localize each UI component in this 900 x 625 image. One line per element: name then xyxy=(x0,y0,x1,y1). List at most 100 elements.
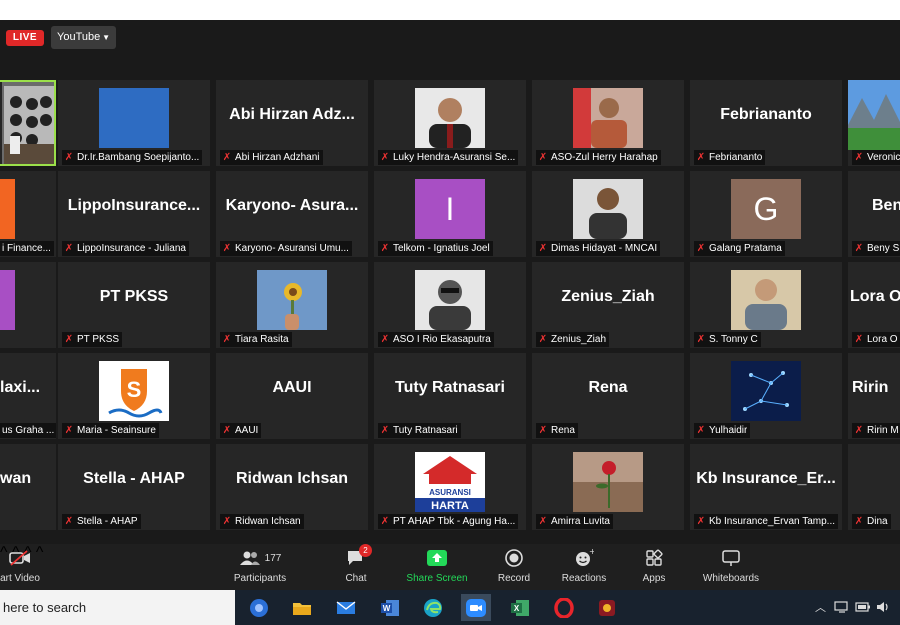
tray-chevron-up-icon[interactable]: ︿ xyxy=(815,599,826,615)
muted-mic-icon: ✗ xyxy=(380,334,390,345)
participant-tile[interactable]: Zenius_Ziah ✗ Zenius_Ziah xyxy=(532,262,684,348)
participant-tile[interactable]: i Finance... xyxy=(0,171,56,257)
network-icon[interactable] xyxy=(834,600,850,614)
participant-tile[interactable]: Rena ✗ Rena xyxy=(532,353,684,439)
word-icon: W xyxy=(381,599,399,616)
windows-taskbar: here to search W X ︿ xyxy=(0,590,900,625)
muted-mic-icon: ✗ xyxy=(380,243,390,254)
participants-button[interactable]: 177 Participants xyxy=(230,546,290,588)
asuransi-harta-logo: ASURANSI HARTA xyxy=(415,452,485,512)
muted-mic-icon: ✗ xyxy=(64,516,74,527)
participant-tile[interactable]: G ✗ Galang Pratama xyxy=(690,171,842,257)
participant-tile[interactable]: Ridwan Ichsan ✗ Ridwan Ichsan xyxy=(216,444,368,530)
participant-display-name: Abi Hirzan Adz... xyxy=(229,106,355,123)
participant-display-name: Tuty Ratnasari xyxy=(395,379,505,396)
logo-text-harta: HARTA xyxy=(431,500,469,512)
participant-name: Dr.Ir.Bambang Soepijanto... xyxy=(77,152,200,163)
participant-tile[interactable]: LippoInsurance... ✗ LippoInsurance - Juli… xyxy=(58,171,210,257)
participant-tile[interactable]: ✗Veronica xyxy=(848,80,900,166)
participant-tile[interactable]: laxi... us Graha ... xyxy=(0,353,56,439)
volume-icon[interactable] xyxy=(876,600,892,614)
participant-name: Veronica xyxy=(867,152,900,163)
taskbar-search-box[interactable]: here to search xyxy=(0,590,235,625)
chat-button[interactable]: 2 Chat xyxy=(340,544,372,588)
streaming-platform-dropdown[interactable]: YouTube ▼ xyxy=(51,26,116,49)
participant-tile[interactable]: Kb Insurance_Er... ✗ Kb Insurance_Ervan T… xyxy=(690,444,842,530)
muted-mic-icon: ✗ xyxy=(538,243,548,254)
participant-tile[interactable]: ✗ Yulhaidir xyxy=(690,353,842,439)
participant-tile[interactable]: wan xyxy=(0,444,56,530)
participant-tile[interactable]: PT PKSS ✗ PT PKSS xyxy=(58,262,210,348)
participant-tile[interactable]: ✗ ASO I Rio Ekasaputra xyxy=(374,262,526,348)
participant-tile[interactable] xyxy=(0,262,56,348)
muted-mic-icon: ✗ xyxy=(696,243,706,254)
muted-mic-icon: ✗ xyxy=(696,425,706,436)
muted-mic-icon: ✗ xyxy=(854,334,864,345)
muted-mic-icon: ✗ xyxy=(222,516,232,527)
muted-mic-icon: ✗ xyxy=(380,425,390,436)
record-button[interactable]: Record xyxy=(494,546,534,588)
participant-name: Febriananto xyxy=(709,152,763,163)
taskbar-app-edge[interactable] xyxy=(418,594,448,621)
participant-tile[interactable]: Stella - AHAP ✗ Stella - AHAP xyxy=(58,444,210,530)
participant-tile[interactable]: ✗ Luky Hendra-Asuransi Se... xyxy=(374,80,526,166)
participant-tile[interactable]: S ✗ Maria - Seainsure xyxy=(58,353,210,439)
participant-display-name: Febriananto xyxy=(720,106,812,123)
blue-circle-app-icon xyxy=(250,598,268,617)
share-screen-button[interactable]: Share Screen xyxy=(404,546,470,588)
muted-mic-icon: ✗ xyxy=(222,334,232,345)
window-top-strip xyxy=(0,0,900,20)
participant-tile-self[interactable] xyxy=(0,80,56,166)
participant-tile[interactable]: Febriananto ✗ Febriananto xyxy=(690,80,842,166)
muted-mic-icon: ✗ xyxy=(64,243,74,254)
participant-tile[interactable]: Abi Hirzan Adz... ✗ Abi Hirzan Adzhani xyxy=(216,80,368,166)
muted-mic-icon: ✗ xyxy=(854,243,864,254)
taskbar-app-mail[interactable] xyxy=(331,594,361,621)
participant-tile[interactable]: ASURANSI HARTA ✗ PT AHAP Tbk - Agung Ha..… xyxy=(374,444,526,530)
whiteboards-button[interactable]: Whiteboards xyxy=(698,546,764,588)
participant-display-name: Kb Insurance_Er... xyxy=(696,470,836,487)
taskbar-app-opera[interactable] xyxy=(549,594,579,621)
participant-tile[interactable]: Tuty Ratnasari ✗ Tuty Ratnasari xyxy=(374,353,526,439)
muted-mic-icon: ✗ xyxy=(222,425,232,436)
battery-icon[interactable] xyxy=(855,600,871,614)
participant-tile[interactable]: Ririn ✗ Ririn M xyxy=(848,353,900,439)
reactions-smiley-icon: + xyxy=(576,548,594,566)
participant-tile[interactable]: ✗ Dimas Hidayat - MNCAI xyxy=(532,171,684,257)
edge-browser-icon xyxy=(424,598,442,617)
participant-tile[interactable]: ✗ Dr.Ir.Bambang Soepijanto... xyxy=(58,80,210,166)
taskbar-app-word[interactable]: W xyxy=(375,594,405,621)
participant-name: Tuty Ratnasari xyxy=(393,425,458,436)
live-badge[interactable]: LIVE xyxy=(6,30,44,46)
whiteboard-icon xyxy=(722,550,740,566)
participant-photo xyxy=(0,270,15,330)
svg-text:S: S xyxy=(127,377,142,402)
participant-tile[interactable]: ✗ S. Tonny C xyxy=(690,262,842,348)
muted-mic-icon: ✗ xyxy=(854,425,864,436)
apps-label: Apps xyxy=(642,573,666,584)
reactions-button[interactable]: + Reactions xyxy=(558,546,610,588)
participant-name: Lora O xyxy=(867,334,898,345)
participant-tile[interactable]: Lora O ✗ Lora O xyxy=(848,262,900,348)
participant-name: Dina xyxy=(867,516,888,527)
apps-button[interactable]: Apps xyxy=(636,546,672,588)
taskbar-app-game[interactable] xyxy=(592,594,622,621)
muted-mic-icon: ✗ xyxy=(696,152,706,163)
taskbar-app-zoom-active[interactable] xyxy=(461,594,491,621)
participant-name: Luky Hendra-Asuransi Se... xyxy=(393,152,516,163)
participant-tile[interactable]: Karyono- Asura... ✗ Karyono- Asuransi Umu… xyxy=(216,171,368,257)
taskbar-app-excel[interactable]: X xyxy=(505,594,535,621)
participant-tile[interactable]: ✗ Amirra Luvita xyxy=(532,444,684,530)
muted-mic-icon: ✗ xyxy=(538,152,548,163)
participant-tile[interactable]: ✗ ASO-Zul Herry Harahap xyxy=(532,80,684,166)
start-video-button[interactable]: art Video xyxy=(0,546,44,588)
participant-tile[interactable]: ✗ Tiara Rasita xyxy=(216,262,368,348)
participant-display-name: Zenius_Ziah xyxy=(561,288,655,305)
taskbar-app-zoom-meetings[interactable] xyxy=(244,594,274,621)
participant-tile[interactable]: ✗ Dina xyxy=(848,444,900,530)
participant-tile[interactable]: Ben ✗ Beny S xyxy=(848,171,900,257)
muted-mic-icon: ✗ xyxy=(538,425,548,436)
participant-tile[interactable]: AAUI ✗ AAUI xyxy=(216,353,368,439)
participant-tile[interactable]: I ✗ Telkom - Ignatius Joel xyxy=(374,171,526,257)
taskbar-app-file-explorer[interactable] xyxy=(287,594,317,621)
